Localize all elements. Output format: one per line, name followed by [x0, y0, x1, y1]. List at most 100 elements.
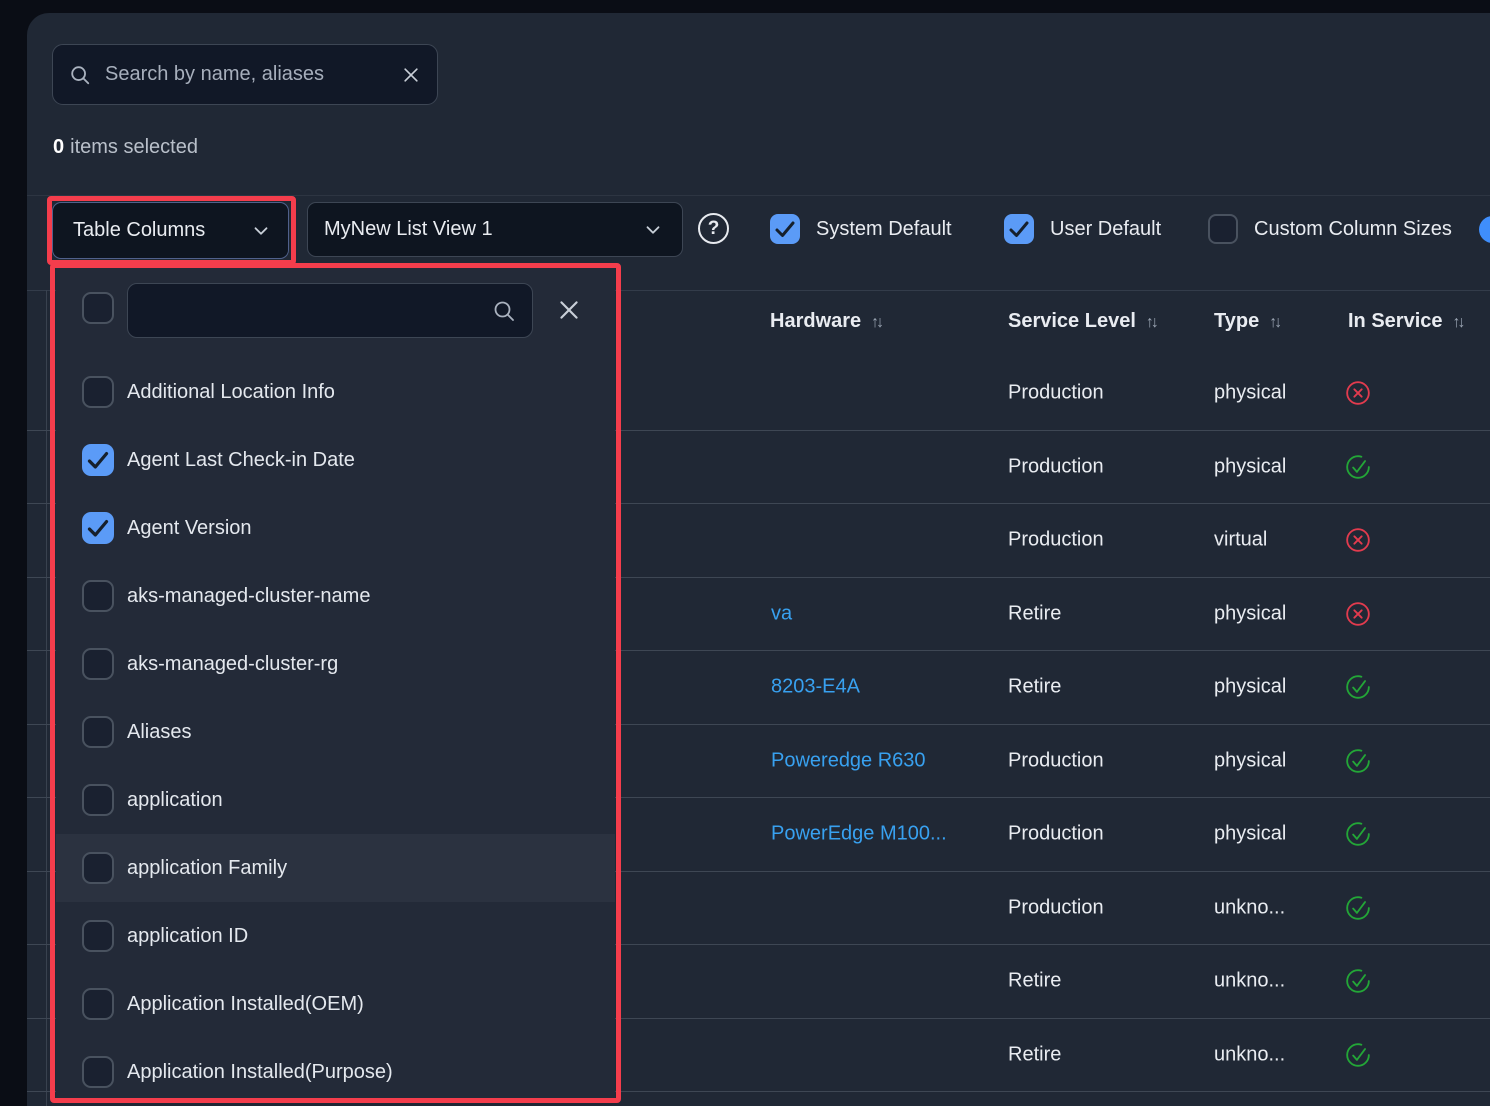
system-default-option[interactable]: System Default [770, 214, 952, 244]
column-checkbox[interactable] [82, 1056, 114, 1088]
in-service-status [1345, 380, 1371, 406]
user-default-option[interactable]: User Default [1004, 214, 1161, 244]
column-checkbox[interactable] [82, 580, 114, 612]
type-value: virtual [1214, 529, 1267, 552]
column-picker-item[interactable]: Application Installed(Purpose) [56, 1038, 615, 1106]
column-picker-item[interactable]: Application Installed(OEM) [56, 970, 615, 1038]
system-default-checkbox[interactable] [770, 214, 800, 244]
column-checkbox[interactable] [82, 444, 114, 476]
column-picker-item-label: Agent Last Check-in Date [127, 449, 355, 472]
column-picker-item-label: application [127, 789, 223, 812]
column-picker-item[interactable]: aks-managed-cluster-name [56, 562, 615, 630]
check-icon [82, 512, 114, 544]
column-checkbox[interactable] [82, 512, 114, 544]
in-service-status [1345, 968, 1371, 994]
in-service-icon [1345, 895, 1371, 921]
table-columns-label: Table Columns [73, 219, 205, 242]
help-icon[interactable]: ? [698, 213, 729, 244]
column-picker-item-label: Application Installed(OEM) [127, 993, 364, 1016]
column-picker-item[interactable]: Aliases [56, 698, 615, 766]
column-picker-item-label: Additional Location Info [127, 381, 335, 404]
chevron-down-icon [250, 220, 272, 242]
column-picker-item-label: Aliases [127, 721, 191, 744]
in-service-status [1345, 748, 1371, 774]
column-picker-item[interactable]: application ID [56, 902, 615, 970]
type-value: physical [1214, 382, 1286, 405]
column-picker-item[interactable]: Agent Version [56, 494, 615, 562]
column-picker-item-label: application ID [127, 925, 248, 948]
chevron-down-icon [642, 219, 664, 241]
column-checkbox[interactable] [82, 376, 114, 408]
column-checkbox[interactable] [82, 784, 114, 816]
close-icon[interactable] [556, 297, 582, 323]
search-icon [492, 299, 516, 323]
type-value: physical [1214, 823, 1286, 846]
hardware-link[interactable]: 8203-E4A [771, 676, 860, 699]
column-checkbox[interactable] [82, 920, 114, 952]
sort-icon[interactable]: ↑↓ [1453, 314, 1463, 331]
column-checkbox[interactable] [82, 988, 114, 1020]
in-service-icon [1345, 821, 1371, 847]
service-level-value: Retire [1008, 970, 1061, 993]
global-search-input[interactable] [103, 62, 389, 87]
column-picker-item-label: Agent Version [127, 517, 252, 540]
selection-summary: 0items selected [53, 136, 198, 159]
column-checkbox[interactable] [82, 716, 114, 748]
in-service-icon [1345, 748, 1371, 774]
user-default-label: User Default [1050, 218, 1161, 241]
type-value: physical [1214, 676, 1286, 699]
sort-icon[interactable]: ↑↓ [1269, 314, 1279, 331]
list-view-select[interactable]: MyNew List View 1 [307, 202, 683, 257]
in-service-icon [1345, 968, 1371, 994]
hardware-link[interactable]: Poweredge R630 [771, 749, 926, 772]
custom-column-sizes-option[interactable]: Custom Column Sizes [1208, 214, 1452, 244]
column-picker-item[interactable]: aks-managed-cluster-rg [56, 630, 615, 698]
in-service-status [1345, 674, 1371, 700]
column-checkbox[interactable] [82, 852, 114, 884]
sort-icon[interactable]: ↑↓ [1146, 314, 1156, 331]
clear-search-icon[interactable] [401, 65, 421, 85]
global-search[interactable] [52, 44, 438, 105]
custom-column-sizes-checkbox[interactable] [1208, 214, 1238, 244]
column-picker-item[interactable]: Additional Location Info [56, 358, 615, 426]
in-service-status [1345, 895, 1371, 921]
sort-icon[interactable]: ↑↓ [871, 314, 881, 331]
column-picker-item-label: Application Installed(Purpose) [127, 1061, 393, 1084]
in-service-icon [1345, 674, 1371, 700]
in-service-icon [1345, 1042, 1371, 1068]
check-icon [770, 214, 800, 244]
column-header-label: Service Level [1008, 310, 1136, 332]
column-header-service-level[interactable]: Service Level ↑↓ [1008, 310, 1156, 333]
in-service-status [1345, 454, 1371, 480]
select-all-checkbox[interactable] [82, 292, 114, 324]
column-picker-item[interactable]: application Family [56, 834, 615, 902]
screen: 0items selected Table Columns MyNew List… [0, 0, 1490, 1106]
type-value: unkno... [1214, 1043, 1285, 1066]
service-level-value: Retire [1008, 676, 1061, 699]
column-picker-item-label: application Family [127, 857, 287, 880]
column-header-type[interactable]: Type↑↓ [1214, 310, 1279, 333]
hardware-link[interactable]: PowerEdge M100... [771, 823, 947, 846]
column-header-hardware[interactable]: Hardware ↑↓ [770, 310, 881, 333]
section-divider [27, 195, 1490, 196]
in-service-status [1345, 601, 1371, 627]
column-checkbox[interactable] [82, 648, 114, 680]
column-picker-header [56, 268, 615, 358]
column-search-input[interactable] [144, 298, 492, 323]
not-in-service-icon [1345, 527, 1371, 553]
not-in-service-icon [1345, 601, 1371, 627]
list-view-value: MyNew List View 1 [324, 218, 493, 241]
user-default-checkbox[interactable] [1004, 214, 1034, 244]
column-picker-item[interactable]: application [56, 766, 615, 834]
table-columns-button[interactable]: Table Columns [52, 202, 289, 259]
column-header-in-service[interactable]: In Service↑↓ [1348, 310, 1463, 333]
type-value: physical [1214, 602, 1286, 625]
not-in-service-icon [1345, 380, 1371, 406]
in-service-icon [1345, 454, 1371, 480]
column-header-label: Hardware [770, 310, 861, 332]
hardware-link[interactable]: va [771, 602, 792, 625]
type-value: unkno... [1214, 896, 1285, 919]
column-search[interactable] [127, 283, 533, 338]
column-picker-item[interactable]: Agent Last Check-in Date [56, 426, 615, 494]
selection-count: 0 [53, 136, 64, 158]
